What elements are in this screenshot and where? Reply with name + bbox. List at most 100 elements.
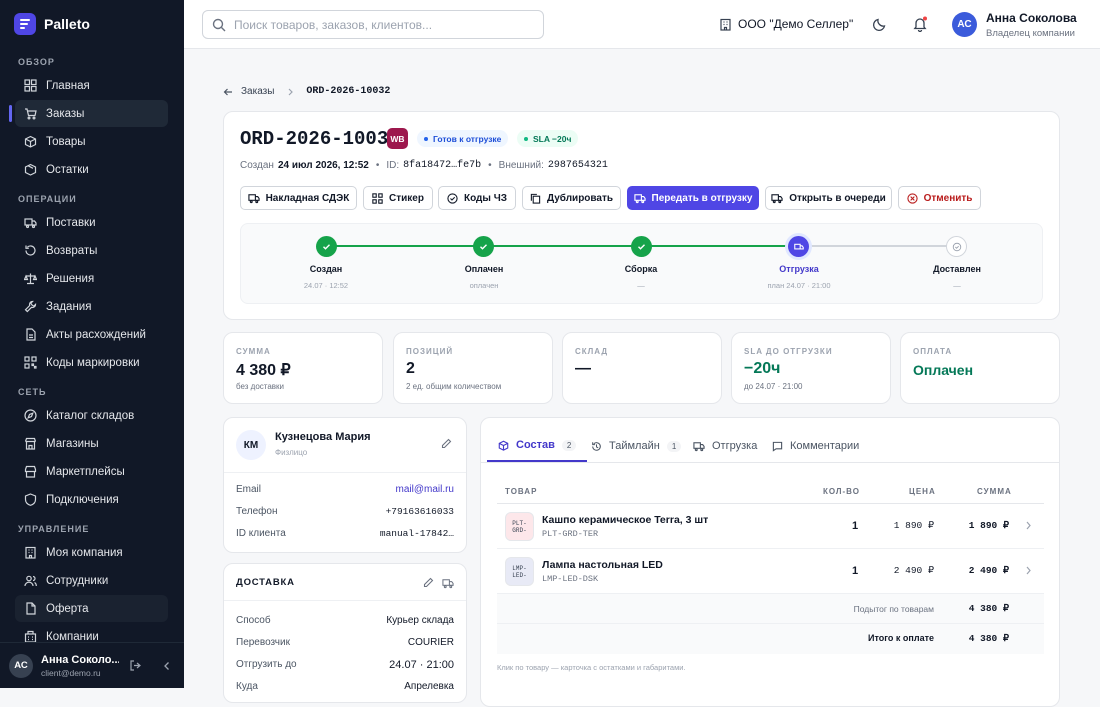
- sidebar-item-label: Компании: [46, 630, 99, 643]
- sidebar-item-marketplaces[interactable]: Маркетплейсы: [15, 458, 168, 485]
- sidebar-item-connections[interactable]: Подключения: [15, 486, 168, 513]
- duplicate-button[interactable]: Дублировать: [522, 186, 621, 210]
- sidebar-item-products[interactable]: Товары: [15, 128, 168, 155]
- table-row[interactable]: LMP- LED- Лампа настольная LED LMP-LED-DS…: [497, 549, 1044, 594]
- external-value: 2987654321: [547, 160, 608, 171]
- subtotal-value: 4 380 ₽: [968, 603, 1009, 614]
- product-thumbnail: PLT- GRD-: [505, 512, 534, 541]
- notifications-bell-icon[interactable]: [912, 16, 928, 32]
- sidebar-item-stores[interactable]: Магазины: [15, 430, 168, 457]
- product-name: Кашпо керамическое Terra, 3 шт: [542, 514, 709, 526]
- column-header-qty: КОЛ-ВО: [823, 487, 860, 496]
- created-value: 24 июл 2026, 12:52: [277, 160, 369, 171]
- document-icon: [26, 328, 36, 341]
- step-sub-paid: оплачен: [469, 281, 499, 290]
- step-assembly-check-icon: [631, 236, 652, 257]
- truck-icon: [633, 194, 646, 204]
- customer-id-value: manual-17842…: [379, 528, 454, 539]
- tab-comments[interactable]: Комментарии: [772, 430, 859, 462]
- delivery-ship-by-value: 24.07 · 21:00: [389, 659, 454, 671]
- edit-customer-pencil-icon[interactable]: [441, 438, 452, 449]
- delivery-destination-label: Куда: [236, 681, 258, 692]
- delivery-truck-icon[interactable]: [442, 577, 454, 589]
- product-sku: LMP-LED-DSK: [542, 574, 599, 584]
- step-delivered-check-icon: [946, 236, 967, 257]
- table-row[interactable]: PLT- GRD- Кашпо керамическое Terra, 3 шт …: [497, 504, 1044, 549]
- column-header-sum: СУММА: [977, 487, 1012, 496]
- customer-email-link[interactable]: mail@mail.ru: [396, 484, 455, 495]
- building-icon: [25, 546, 36, 559]
- open-in-queue-button[interactable]: Открыть в очереди: [765, 186, 892, 210]
- box-icon: [498, 440, 509, 451]
- subtotal-label: Подытог по товарам: [853, 604, 934, 614]
- id-value: 8fa18472…fe7b: [403, 160, 482, 171]
- delivery-method-label: Способ: [236, 615, 271, 626]
- cdek-waybill-button[interactable]: Накладная СДЭК: [240, 186, 357, 210]
- sidebar-item-orders[interactable]: Заказы: [15, 100, 168, 127]
- sidebar-item-home[interactable]: Главная: [15, 72, 168, 99]
- collapse-sidebar-icon[interactable]: [162, 661, 172, 671]
- sidebar-item-warehouse-catalog[interactable]: Каталог складов: [15, 402, 168, 429]
- chz-codes-button[interactable]: Коды ЧЗ: [438, 186, 516, 210]
- sidebar-item-supplies[interactable]: Поставки: [15, 209, 168, 236]
- tab-composition[interactable]: Состав 2: [487, 430, 588, 462]
- users-icon: [24, 575, 37, 587]
- customer-phone-value: +79163616033: [385, 506, 454, 517]
- sidebar-item-label: Подключения: [46, 493, 119, 506]
- sidebar-item-offer[interactable]: Оферта: [15, 595, 168, 622]
- cart-icon: [25, 108, 37, 120]
- sidebar-item-label: Моя компания: [46, 546, 123, 559]
- truck-icon: [771, 194, 783, 204]
- qr-icon: [372, 192, 383, 204]
- user-menu[interactable]: Анна Соколова Владелец компании: [986, 11, 1077, 39]
- sidebar-item-label: Сотрудники: [46, 574, 109, 587]
- search-box[interactable]: [202, 10, 544, 39]
- theme-toggle-moon-icon[interactable]: [872, 17, 887, 32]
- sidebar-item-employees[interactable]: Сотрудники: [15, 567, 168, 594]
- check-circle-icon: [447, 192, 458, 204]
- stepper-line-done: [327, 245, 798, 247]
- product-name: Лампа настольная LED: [542, 559, 663, 571]
- total-label: Итого к оплате: [868, 633, 934, 643]
- table-hint: Клик по товару — карточка с остатками и …: [497, 663, 686, 672]
- tab-shipping[interactable]: Отгрузка: [693, 430, 757, 462]
- tab-label: Комментарии: [790, 440, 860, 452]
- marketplace-badge: WB: [387, 128, 408, 149]
- sticker-button[interactable]: Стикер: [363, 186, 433, 210]
- sidebar-item-decisions[interactable]: Решения: [15, 265, 168, 292]
- sidebar-item-label: Заказы: [46, 107, 85, 120]
- kpi-label: SLA ДО ОТГРУЗКИ: [744, 347, 833, 356]
- ship-button[interactable]: Передать в отгрузку: [627, 186, 759, 210]
- breadcrumb: Заказы ORD-2026-10032: [223, 86, 390, 97]
- breadcrumb-parent[interactable]: Заказы: [241, 86, 274, 97]
- kpi-card-warehouse: СКЛАД —: [562, 332, 722, 404]
- company-switcher[interactable]: ООО "Демо Селлер": [719, 17, 853, 31]
- sidebar-item-tasks[interactable]: Задания: [15, 293, 168, 320]
- tab-timeline[interactable]: Таймлайн 1: [591, 430, 682, 462]
- sidebar-item-my-company[interactable]: Моя компания: [15, 539, 168, 566]
- button-label: Отменить: [923, 192, 973, 204]
- building-icon: [720, 18, 731, 31]
- search-input[interactable]: [234, 17, 514, 32]
- avatar: АС: [9, 653, 33, 678]
- edit-delivery-pencil-icon[interactable]: [423, 577, 434, 588]
- nav-section-network: СЕТЬ: [18, 387, 47, 397]
- cancel-order-button[interactable]: Отменить: [898, 186, 981, 210]
- back-arrow-icon[interactable]: [223, 87, 233, 97]
- kpi-value: —: [575, 360, 591, 377]
- box-icon: [24, 135, 37, 148]
- status-dot: [424, 136, 428, 141]
- sidebar-item-returns[interactable]: Возвраты: [15, 237, 168, 264]
- sidebar-user[interactable]: АС Анна Соколо... client@demo.ru: [0, 642, 184, 688]
- stepper-line-pending: [798, 245, 957, 247]
- customer-name[interactable]: Кузнецова Мария: [275, 431, 371, 443]
- sidebar-item-marking-codes[interactable]: Коды маркировки: [15, 349, 168, 376]
- sidebar-user-name: Анна Соколо...: [41, 653, 119, 666]
- logout-icon[interactable]: [129, 659, 142, 672]
- sidebar-item-discrepancy-acts[interactable]: Акты расхождений: [15, 321, 168, 348]
- brand[interactable]: Palleto: [14, 13, 90, 35]
- user-avatar[interactable]: АС: [952, 12, 977, 37]
- tabs-divider: [481, 462, 1059, 463]
- sidebar-item-label: Главная: [46, 79, 90, 92]
- sidebar-item-stock[interactable]: Остатки: [15, 156, 168, 183]
